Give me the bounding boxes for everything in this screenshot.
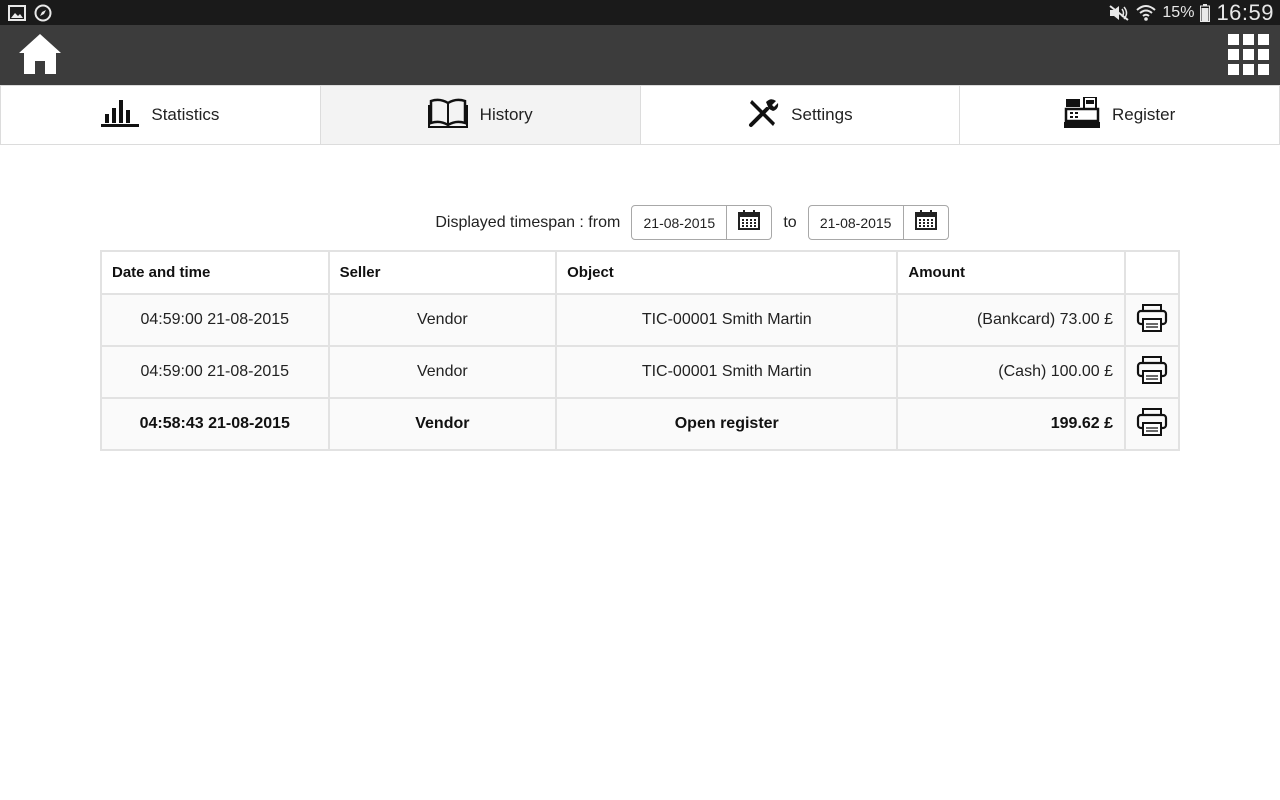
print-button[interactable]	[1124, 345, 1180, 399]
timespan-filter: Displayed timespan : from 21-08-2015 to …	[0, 205, 1280, 240]
cell-datetime: 04:59:00 21-08-2015	[100, 293, 330, 347]
printer-icon	[1136, 355, 1168, 389]
tab-statistics[interactable]: Statistics	[0, 85, 321, 145]
to-date-picker: 21-08-2015	[807, 205, 949, 240]
tab-bar: Statistics History Settings Register	[0, 85, 1280, 145]
cell-seller: Vendor	[327, 345, 558, 399]
wifi-icon	[1136, 4, 1157, 22]
cell-datetime: 04:59:00 21-08-2015	[100, 345, 330, 399]
tab-label: Register	[1111, 105, 1176, 124]
cell-datetime: 04:58:43 21-08-2015	[100, 397, 330, 451]
cash-register-icon	[1063, 95, 1100, 134]
cell-amount: (Cash) 100.00 £	[896, 345, 1127, 399]
tab-label: Statistics	[151, 105, 220, 124]
tab-label: Settings	[791, 105, 853, 124]
status-bar: 15% 16:59	[0, 0, 1280, 25]
header-amount[interactable]: Amount	[896, 250, 1127, 295]
image-icon	[8, 4, 26, 21]
home-button[interactable]	[14, 31, 66, 81]
header-print	[1124, 250, 1180, 295]
battery-percent: 15%	[1162, 3, 1195, 21]
cell-object: TIC-00001 Smith Martin	[555, 293, 899, 347]
to-calendar-button[interactable]	[904, 206, 948, 239]
tools-icon	[747, 97, 779, 134]
home-icon	[17, 32, 63, 81]
clock: 16:59	[1216, 0, 1274, 25]
timespan-label: Displayed timespan : from	[435, 213, 621, 231]
tab-history[interactable]: History	[320, 85, 641, 145]
apps-grid-icon	[1228, 34, 1239, 45]
header-object[interactable]: Object	[555, 250, 899, 295]
tab-settings[interactable]: Settings	[640, 85, 961, 145]
printer-icon	[1136, 407, 1168, 441]
apps-grid-button[interactable]	[1228, 34, 1270, 76]
cell-seller: Vendor	[327, 293, 558, 347]
tab-register[interactable]: Register	[960, 85, 1280, 145]
cell-object: Open register	[555, 397, 899, 451]
table-row[interactable]: 04:59:00 21-08-2015 Vendor TIC-00001 Smi…	[100, 293, 1180, 347]
app-bar	[0, 25, 1280, 85]
mute-icon	[1108, 4, 1130, 22]
from-date-picker: 21-08-2015	[631, 205, 773, 240]
header-date-time[interactable]: Date and time	[100, 250, 330, 295]
timespan-to-label: to	[783, 213, 797, 231]
print-button[interactable]	[1124, 293, 1180, 347]
table-row[interactable]: 04:59:00 21-08-2015 Vendor TIC-00001 Smi…	[100, 345, 1180, 399]
table-header-row: Date and time Seller Object Amount	[100, 250, 1180, 295]
from-date-field[interactable]: 21-08-2015	[632, 206, 728, 239]
calendar-icon	[914, 210, 937, 235]
print-button[interactable]	[1124, 397, 1180, 451]
from-calendar-button[interactable]	[727, 206, 771, 239]
bar-chart-icon	[101, 98, 140, 133]
printer-icon	[1136, 303, 1168, 337]
to-date-field[interactable]: 21-08-2015	[809, 206, 904, 239]
battery-icon	[1200, 3, 1211, 22]
compass-icon	[34, 4, 52, 22]
header-seller[interactable]: Seller	[327, 250, 558, 295]
tab-label: History	[479, 105, 533, 124]
book-icon	[427, 98, 468, 133]
cell-seller: Vendor	[327, 397, 558, 451]
cell-amount: 199.62 £	[896, 397, 1127, 451]
table-row[interactable]: 04:58:43 21-08-2015 Vendor Open register…	[100, 397, 1180, 451]
cell-amount: (Bankcard) 73.00 £	[896, 293, 1127, 347]
cell-object: TIC-00001 Smith Martin	[555, 345, 899, 399]
history-table: Date and time Seller Object Amount 04:59…	[100, 250, 1180, 451]
calendar-icon	[738, 210, 761, 235]
